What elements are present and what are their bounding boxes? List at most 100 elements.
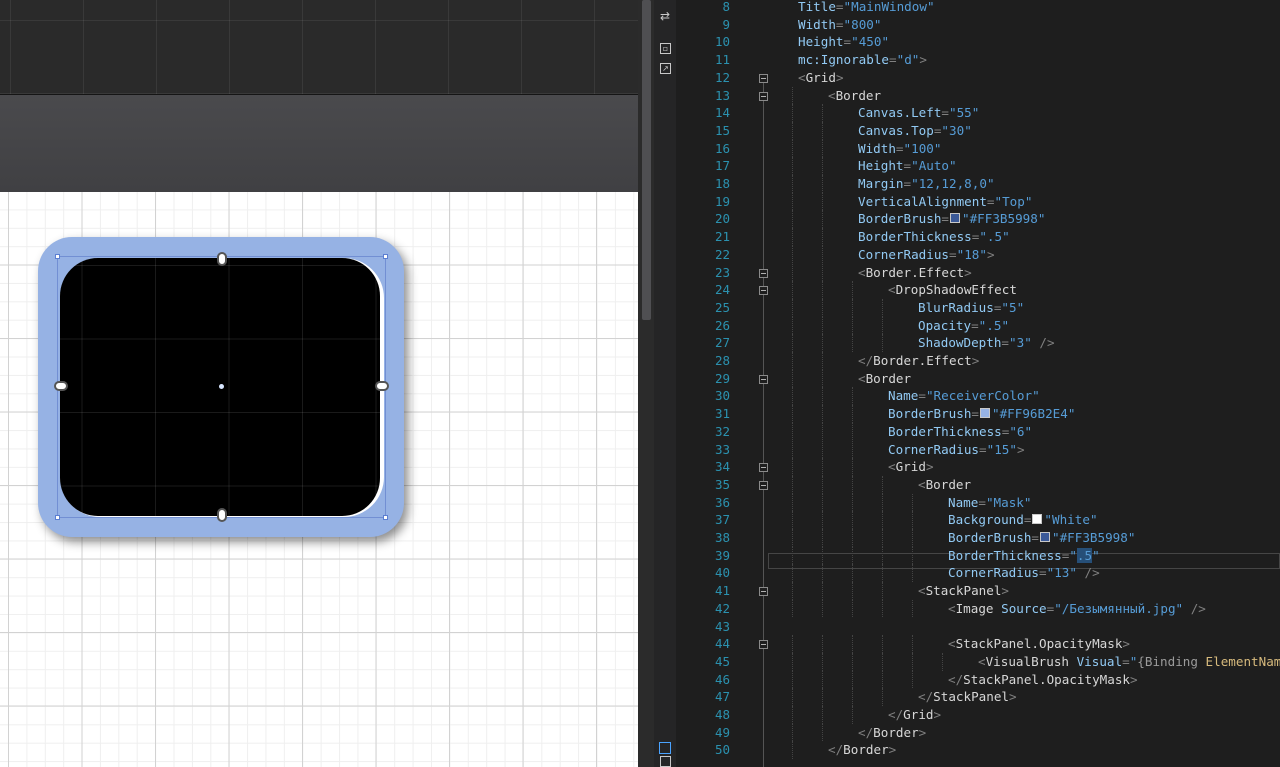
code-text[interactable]: <Grid> <box>798 69 844 87</box>
code-text[interactable]: BorderBrush= "#FF96B2E4" <box>888 405 1075 423</box>
code-text[interactable]: Width="100" <box>858 140 941 158</box>
xml-bracket: > <box>918 724 927 740</box>
resize-handle-top-left[interactable] <box>55 254 60 259</box>
code-text[interactable]: Margin="12,12,8,0" <box>858 175 995 193</box>
code-text[interactable]: </Border.Effect> <box>858 352 979 370</box>
code-text[interactable]: Height="450" <box>798 33 889 51</box>
collapse-region-icon[interactable] <box>759 463 768 473</box>
code-text[interactable]: BorderBrush= "#FF3B5998" <box>948 529 1135 547</box>
code-text[interactable]: </Border> <box>858 724 926 742</box>
code-text[interactable]: <Border.Effect> <box>858 264 972 282</box>
designer-window-titlebar <box>0 95 638 192</box>
code-text[interactable]: mc:Ignorable="d"> <box>798 51 927 69</box>
code-text[interactable]: <VisualBrush Visual="{Binding ElementNam… <box>978 653 1280 671</box>
code-text[interactable]: </StackPanel.OpacityMask> <box>948 671 1138 689</box>
equals-sign: = <box>941 211 949 227</box>
collapse-region-icon[interactable] <box>759 268 768 278</box>
element-name: Grid <box>895 459 926 475</box>
line-number: 47 <box>714 689 730 705</box>
resize-handle-bottom-left[interactable] <box>55 515 60 520</box>
collapse-region-icon[interactable] <box>759 91 768 101</box>
code-text[interactable]: <Border <box>858 370 911 388</box>
xaml-designer-pane[interactable] <box>0 0 638 767</box>
code-text[interactable]: <StackPanel> <box>918 582 1009 600</box>
collapse-region-icon[interactable] <box>759 73 768 83</box>
collapse-region-icon[interactable] <box>759 286 768 296</box>
code-text[interactable]: BorderThickness="6" <box>888 423 1032 441</box>
indent-guide <box>822 440 823 459</box>
collapse-region-icon[interactable] <box>759 587 768 597</box>
code-text[interactable]: Title="MainWindow" <box>798 0 935 16</box>
code-text[interactable]: <Image Source="/Безымянный.jpg" /> <box>948 600 1206 618</box>
code-text[interactable]: </Border> <box>828 741 896 759</box>
collapse-region-icon[interactable] <box>759 374 768 384</box>
margin-pin-right-icon[interactable] <box>375 381 389 391</box>
indent-guide <box>792 440 793 459</box>
code-text[interactable]: </Grid> <box>888 706 941 724</box>
code-text[interactable]: CornerRadius="15"> <box>888 441 1025 459</box>
indent-guide <box>822 210 823 229</box>
code-text[interactable]: Background= "White" <box>948 511 1098 529</box>
indent-guide <box>822 281 823 299</box>
indent-guide <box>882 511 883 529</box>
code-text[interactable]: CornerRadius="13" /> <box>948 564 1100 582</box>
line-number: 41 <box>714 583 730 599</box>
collapse-region-icon[interactable] <box>759 640 768 650</box>
indent-guide <box>822 688 823 706</box>
code-text[interactable]: </StackPanel> <box>918 688 1017 706</box>
margin-pin-left-icon[interactable] <box>54 381 68 391</box>
xml-bracket: > <box>1001 583 1010 599</box>
attribute-value: .5 <box>986 229 1003 245</box>
xml-bracket: </ <box>858 353 874 368</box>
indent-guide <box>852 334 853 352</box>
code-text[interactable]: Canvas.Top="30" <box>858 122 972 140</box>
indent-guide <box>912 511 913 529</box>
code-text[interactable]: Height="Auto" <box>858 157 957 175</box>
indent-guide <box>822 458 823 476</box>
resize-handle-bottom-right[interactable] <box>383 515 388 520</box>
popout-icon[interactable]: ↗ <box>660 63 671 74</box>
equals-sign: = <box>835 0 844 14</box>
indent-guide <box>792 688 793 706</box>
attribute-name: BlurRadius <box>918 299 994 315</box>
margin-pin-bottom-icon[interactable] <box>217 508 227 522</box>
swap-panes-icon[interactable]: ⇄ <box>657 8 673 24</box>
indent-guide <box>792 316 793 335</box>
code-text[interactable]: Opacity=".5" <box>918 317 1009 335</box>
code-text[interactable]: ShadowDepth="3" /> <box>918 334 1055 352</box>
indent-guide <box>882 652 883 671</box>
code-text[interactable]: <DropShadowEffect <box>888 281 1017 299</box>
split-horizontal-icon[interactable] <box>660 756 671 767</box>
code-text[interactable]: Width="800" <box>798 16 881 34</box>
indent-guide <box>792 582 793 600</box>
xml-bracket: /> <box>1031 335 1055 351</box>
code-text[interactable]: <Border <box>828 87 881 105</box>
code-line: 36 Name="Mask" <box>676 493 1280 512</box>
code-line: 28 </Border.Effect> <box>676 352 1280 370</box>
split-vertical-icon[interactable] <box>659 742 671 754</box>
code-text[interactable]: VerticalAlignment="Top" <box>858 193 1032 211</box>
code-text[interactable]: BorderThickness=".5" <box>858 228 1010 246</box>
code-text[interactable]: BlurRadius="5" <box>918 299 1024 317</box>
xml-bracket: < <box>948 636 956 652</box>
code-text[interactable]: Name="Mask" <box>948 494 1031 512</box>
code-text[interactable]: <Grid> <box>888 458 934 476</box>
attribute-name: VerticalAlignment <box>858 193 987 209</box>
vertical-split-icon[interactable]: ▫ <box>660 43 671 54</box>
designer-scrollbar-thumb[interactable] <box>642 0 651 320</box>
code-text[interactable]: <Border <box>918 476 971 494</box>
code-text[interactable]: <StackPanel.OpacityMask> <box>948 635 1130 653</box>
resize-handle-top-right[interactable] <box>383 254 388 259</box>
attribute-name: Width <box>858 140 896 156</box>
line-number: 30 <box>714 388 730 404</box>
attribute-value: 30 <box>949 122 965 138</box>
code-text[interactable]: BorderBrush= "#FF3B5998" <box>858 210 1045 228</box>
code-text[interactable]: Name="ReceiverColor" <box>888 387 1040 405</box>
attribute-name: BorderBrush <box>888 406 972 422</box>
attribute-name: Title <box>798 0 836 14</box>
code-text[interactable]: BorderThickness=".5" <box>948 547 1100 565</box>
collapse-region-icon[interactable] <box>759 480 768 490</box>
margin-pin-top-icon[interactable] <box>217 252 227 266</box>
code-text[interactable]: Canvas.Left="55" <box>858 104 979 122</box>
code-text[interactable]: CornerRadius="18"> <box>858 246 995 264</box>
